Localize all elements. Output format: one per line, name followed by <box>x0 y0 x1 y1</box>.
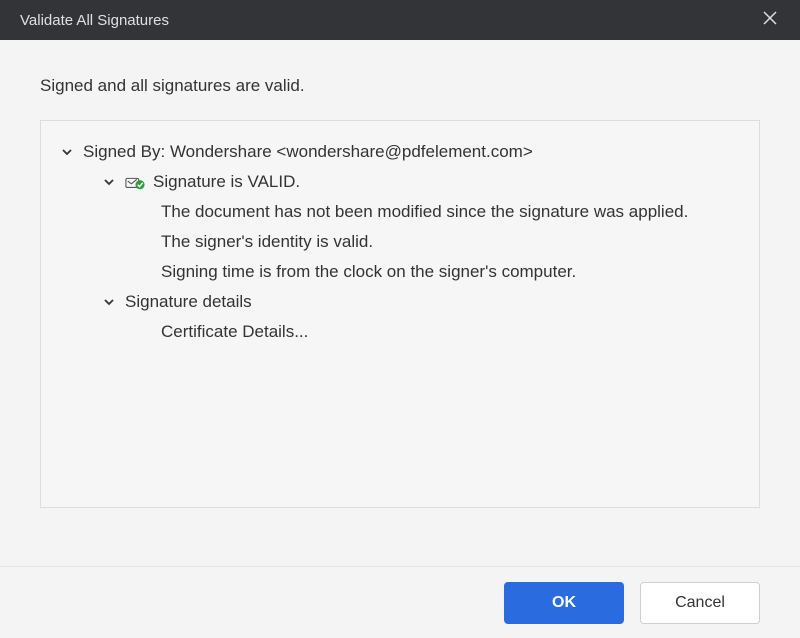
titlebar: Validate All Signatures <box>0 0 800 40</box>
signature-details-label: Signature details <box>125 287 252 317</box>
ok-button[interactable]: OK <box>504 582 624 624</box>
content-area: Signed and all signatures are valid. Sig… <box>0 40 800 566</box>
close-button[interactable] <box>756 6 784 34</box>
tree-row-detail: Signing time is from the clock on the si… <box>59 257 741 287</box>
close-icon <box>762 10 778 30</box>
chevron-down-icon <box>59 144 75 160</box>
tree-row-valid[interactable]: Signature is VALID. <box>59 167 741 197</box>
tree-row-signed-by[interactable]: Signed By: Wondershare <wondershare@pdfe… <box>59 137 741 167</box>
status-message: Signed and all signatures are valid. <box>40 76 760 96</box>
chevron-down-icon <box>101 174 117 190</box>
dialog-footer: OK Cancel <box>0 566 800 638</box>
signature-valid-icon <box>125 174 145 190</box>
valid-label: Signature is VALID. <box>153 167 300 197</box>
signature-tree-panel: Signed By: Wondershare <wondershare@pdfe… <box>40 120 760 508</box>
cancel-button[interactable]: Cancel <box>640 582 760 624</box>
certificate-details-label: Certificate Details... <box>161 317 308 347</box>
tree-row-certificate-details[interactable]: Certificate Details... <box>59 317 741 347</box>
signed-by-label: Signed By: Wondershare <wondershare@pdfe… <box>83 137 533 167</box>
tree-row-signature-details[interactable]: Signature details <box>59 287 741 317</box>
detail-signing-time: Signing time is from the clock on the si… <box>161 257 576 287</box>
detail-not-modified: The document has not been modified since… <box>161 197 688 227</box>
chevron-down-icon <box>101 294 117 310</box>
dialog-title: Validate All Signatures <box>20 12 169 29</box>
tree-row-detail: The signer's identity is valid. <box>59 227 741 257</box>
detail-identity-valid: The signer's identity is valid. <box>161 227 373 257</box>
tree-row-detail: The document has not been modified since… <box>59 197 741 227</box>
